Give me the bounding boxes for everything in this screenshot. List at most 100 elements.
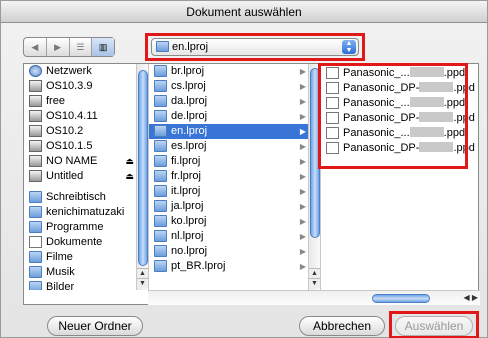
disclosure-arrow-icon: ▶ [299, 82, 306, 91]
folder-row[interactable]: no.lproj ▶ [149, 244, 312, 259]
folder-icon [154, 170, 167, 182]
folder-icon [154, 230, 167, 242]
folder-icon [154, 80, 167, 92]
disclosure-arrow-icon: ▶ [299, 97, 306, 106]
back-arrow-icon: ◀ [31, 42, 39, 52]
folder-icon [154, 155, 167, 167]
sidebar-item[interactable]: Programme [24, 220, 136, 235]
folder-row[interactable]: fr.lproj ▶ [149, 169, 312, 184]
folder-row[interactable]: es.lproj ▶ [149, 139, 312, 154]
folder-icon [154, 245, 167, 257]
disclosure-arrow-icon: ▶ [299, 247, 306, 256]
sidebar-item-label: Dokumente [46, 236, 103, 248]
folder-row[interactable]: br.lproj ▶ [149, 64, 312, 79]
disclosure-arrow-icon: ▶ [299, 67, 306, 76]
folder-row[interactable]: fi.lproj ▶ [149, 154, 312, 169]
folder-icon [154, 95, 167, 107]
sidebar-item[interactable]: Untitled ⏏ [24, 169, 136, 184]
folder-row[interactable]: da.lproj ▶ [149, 94, 312, 109]
list-view-button[interactable]: ☰ [70, 38, 93, 56]
choose-highlight [389, 311, 479, 338]
cancel-button[interactable]: Abbrechen [299, 316, 385, 336]
disclosure-arrow-icon: ▶ [299, 172, 306, 181]
sidebar-item[interactable]: kenichimatuzaki [24, 205, 136, 220]
disk-icon [29, 80, 42, 92]
folder-icon [154, 110, 167, 122]
sidebar-item-label: free [46, 95, 65, 107]
folder-row[interactable]: cs.lproj ▶ [149, 79, 312, 94]
column-view-button[interactable]: ▥ [92, 38, 114, 56]
eject-icon[interactable]: ⏏ [125, 169, 134, 184]
folder-label: ko.lproj [171, 215, 207, 227]
location-highlight [145, 33, 365, 61]
disclosure-arrow-icon: ▶ [299, 142, 306, 151]
folder-label: br.lproj [171, 65, 205, 77]
scroll-up-arrow-icon[interactable]: ▲ [137, 268, 148, 278]
scroll-down-arrow-icon[interactable]: ▼ [137, 278, 148, 288]
disk-icon [29, 170, 42, 182]
scroll-up-arrow-icon[interactable]: ▲ [309, 268, 320, 278]
folder-row[interactable]: ko.lproj ▶ [149, 214, 312, 229]
folder-column: br.lproj ▶ cs.lproj ▶ da.lproj ▶ de.lproj ▶ en.l… [148, 64, 312, 290]
folder-icon [154, 125, 167, 137]
forward-button[interactable]: ▶ [47, 38, 70, 56]
sidebar-item[interactable]: NO NAME ⏏ [24, 154, 136, 169]
folder-label: it.lproj [171, 185, 201, 197]
sidebar-scrollbar[interactable]: ▲ ▼ [136, 64, 148, 290]
disk-icon [29, 110, 42, 122]
folder-row[interactable]: en.lproj ▶ [149, 124, 312, 139]
column-view-icon: ▥ [98, 42, 108, 52]
sidebar-item-label: OS10.2 [46, 125, 84, 137]
open-dialog-window: Dokument auswählen ◀ ▶ ☰ ▥ en.lproj ▲ ▼ N… [0, 0, 488, 338]
folder-row[interactable]: ja.lproj ▶ [149, 199, 312, 214]
sidebar-item[interactable]: Netzwerk [24, 64, 136, 79]
folder-label: es.lproj [171, 140, 207, 152]
window-title: Dokument auswählen [1, 1, 487, 23]
back-button[interactable]: ◀ [24, 38, 47, 56]
sidebar-item[interactable]: Schreibtisch [24, 190, 136, 205]
sidebar-item[interactable]: Musik [24, 265, 136, 280]
disclosure-arrow-icon: ▶ [299, 157, 306, 166]
movies-icon [29, 251, 42, 263]
sidebar-item[interactable]: OS10.1.5 [24, 139, 136, 154]
disclosure-arrow-icon: ▶ [299, 187, 306, 196]
sidebar-item-label: Schreibtisch [46, 191, 106, 203]
eject-icon[interactable]: ⏏ [125, 154, 134, 169]
scroll-down-arrow-icon[interactable]: ▼ [309, 278, 320, 288]
sidebar-item-label: NO NAME [46, 155, 98, 167]
horizontal-scroll-thumb[interactable] [372, 294, 430, 303]
folder-row[interactable]: nl.lproj ▶ [149, 229, 312, 244]
folder-row[interactable]: de.lproj ▶ [149, 109, 312, 124]
sidebar-scroll-thumb[interactable] [138, 70, 148, 266]
folder-row[interactable]: pt_BR.lproj ▶ [149, 259, 312, 274]
sidebar-item-label: OS10.3.9 [46, 80, 93, 92]
folder-label: pt_BR.lproj [171, 260, 226, 272]
disclosure-arrow-icon: ▶ [299, 232, 306, 241]
disclosure-arrow-icon: ▶ [299, 217, 306, 226]
folder-icon [154, 260, 167, 272]
sidebar-item-label: Untitled [46, 170, 84, 182]
disclosure-arrow-icon: ▶ [299, 202, 306, 211]
folder-label: cs.lproj [171, 80, 206, 92]
sidebar-item[interactable]: Filme [24, 250, 136, 265]
disk-icon [29, 155, 42, 167]
folder-label: fi.lproj [171, 155, 201, 167]
sidebar-item[interactable]: free [24, 94, 136, 109]
sidebar-item[interactable]: Dokumente [24, 235, 136, 250]
folder-icon [154, 185, 167, 197]
sidebar: Netzwerk OS10.3.9 free OS10.4.11 OS10.2 OS10.… [24, 64, 136, 290]
sidebar-item[interactable]: OS10.4.11 [24, 109, 136, 124]
sidebar-item-label: OS10.1.5 [46, 140, 93, 152]
navigation-segment: ◀ ▶ ☰ ▥ [23, 37, 115, 57]
files-highlight [318, 63, 468, 169]
scroll-arrows-icon[interactable]: ◀ ▶ [463, 293, 478, 302]
horizontal-scrollbar[interactable]: ◀ ▶ [148, 290, 480, 305]
sidebar-item-label: Filme [46, 251, 73, 263]
sidebar-item[interactable]: Bilder [24, 280, 136, 290]
disclosure-arrow-icon: ▶ [299, 127, 306, 136]
sidebar-item[interactable]: OS10.3.9 [24, 79, 136, 94]
sidebar-item[interactable]: OS10.2 [24, 124, 136, 139]
folder-label: no.lproj [171, 245, 208, 257]
folder-row[interactable]: it.lproj ▶ [149, 184, 312, 199]
new-folder-button[interactable]: Neuer Ordner [47, 316, 143, 336]
